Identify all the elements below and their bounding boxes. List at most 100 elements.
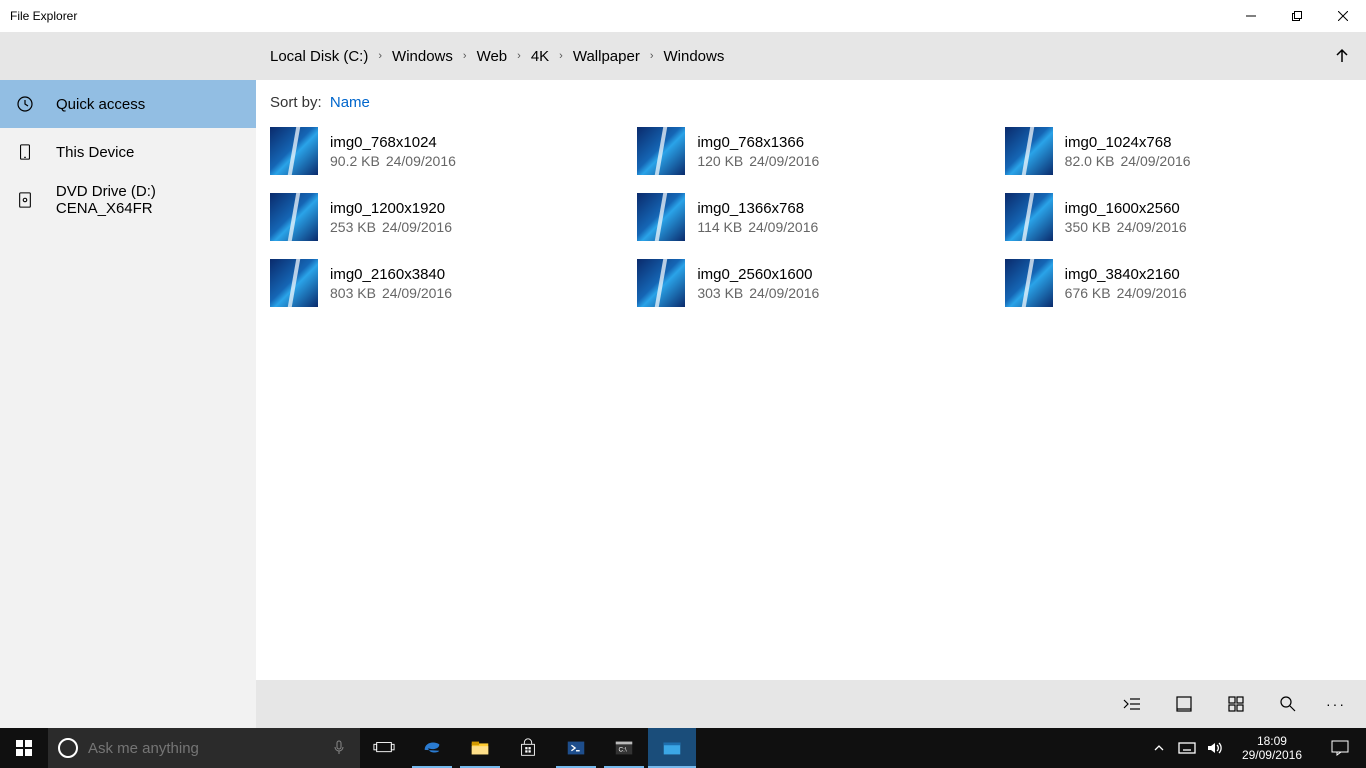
file-date: 24/09/2016 xyxy=(382,285,452,301)
address-bar: Local Disk (C:) › Windows › Web › 4K › Wallpaper… xyxy=(0,32,1366,80)
taskbar-powershell[interactable] xyxy=(552,728,600,768)
file-date: 24/09/2016 xyxy=(749,153,819,169)
date-text: 29/09/2016 xyxy=(1242,748,1302,762)
breadcrumb-segment[interactable]: Wallpaper xyxy=(573,48,640,65)
close-button[interactable] xyxy=(1320,0,1366,32)
select-all-button[interactable] xyxy=(1108,684,1156,724)
volume-icon[interactable] xyxy=(1206,739,1224,757)
cortana-icon xyxy=(58,738,78,758)
keyboard-icon[interactable] xyxy=(1178,739,1196,757)
file-name: img0_1600x2560 xyxy=(1065,200,1187,217)
view-tiles-button[interactable] xyxy=(1212,684,1260,724)
file-size: 82.0 KB xyxy=(1065,153,1115,169)
file-date: 24/09/2016 xyxy=(749,285,819,301)
sort-label: Sort by: xyxy=(270,94,322,111)
maximize-button[interactable] xyxy=(1274,0,1320,32)
cortana-search[interactable] xyxy=(48,728,360,768)
file-name: img0_1024x768 xyxy=(1065,134,1191,151)
file-date: 24/09/2016 xyxy=(386,153,456,169)
microphone-icon[interactable] xyxy=(332,740,348,756)
svg-text:C:\: C:\ xyxy=(619,747,627,754)
taskbar-spacer xyxy=(696,728,1150,768)
clock[interactable]: 18:09 29/09/2016 xyxy=(1234,734,1310,763)
sidebar: Quick access This Device DVD Drive (D:) … xyxy=(0,80,256,728)
file-thumbnail xyxy=(270,193,318,241)
search-button[interactable] xyxy=(1264,684,1312,724)
file-thumbnail xyxy=(270,259,318,307)
view-details-button[interactable] xyxy=(1160,684,1208,724)
breadcrumb-segment[interactable]: Local Disk (C:) xyxy=(270,48,368,65)
file-meta: img0_1600x2560 350 KB 24/09/2016 xyxy=(1065,200,1187,235)
file-grid: img0_768x102490.2 KB24/09/2016 img0_768x1… xyxy=(270,127,1352,307)
sidebar-item-quick-access[interactable]: Quick access xyxy=(0,80,256,128)
file-thumbnail xyxy=(637,127,685,175)
file-size: 120 KB xyxy=(697,153,743,169)
file-item[interactable]: img0_768x102490.2 KB24/09/2016 xyxy=(270,127,617,175)
breadcrumb-segment[interactable]: Web xyxy=(477,48,508,65)
taskbar-file-explorer[interactable] xyxy=(456,728,504,768)
file-thumbnail xyxy=(1005,259,1053,307)
file-date: 24/09/2016 xyxy=(1117,219,1187,235)
sort-value[interactable]: Name xyxy=(330,94,370,111)
sidebar-item-this-device[interactable]: This Device xyxy=(0,128,256,176)
file-date: 24/09/2016 xyxy=(1120,153,1190,169)
breadcrumb[interactable]: Local Disk (C:) › Windows › Web › 4K › Wallpaper… xyxy=(270,48,724,65)
file-date: 24/09/2016 xyxy=(748,219,818,235)
file-item[interactable]: img0_768x1366 120 KB 24/09/2016 xyxy=(637,127,984,175)
file-meta: img0_3840x2160676 KB24/09/2016 xyxy=(1065,266,1187,301)
file-item[interactable]: img0_3840x2160676 KB24/09/2016 xyxy=(1005,259,1352,307)
file-thumbnail xyxy=(270,127,318,175)
sidebar-item-dvd-drive[interactable]: DVD Drive (D:) CENA_X64FR xyxy=(0,176,256,224)
file-pane[interactable]: Sort by: Name img0_768x102490.2 KB24/09/… xyxy=(256,80,1366,728)
file-size: 676 KB xyxy=(1065,285,1111,301)
search-input[interactable] xyxy=(88,740,308,757)
file-size: 303 KB xyxy=(697,285,743,301)
taskbar-store[interactable] xyxy=(504,728,552,768)
time-text: 18:09 xyxy=(1242,734,1302,748)
sidebar-item-label: This Device xyxy=(56,144,134,161)
window-controls xyxy=(1228,0,1366,32)
taskbar-cmd[interactable]: C:\ xyxy=(600,728,648,768)
file-item[interactable]: img0_1024x768 82.0 KB 24/09/2016 xyxy=(1005,127,1352,175)
file-item[interactable]: img0_1366x768114 KB24/09/2016 xyxy=(637,193,984,241)
file-name: img0_1200x1920 xyxy=(330,200,452,217)
taskbar-file-explorer-active[interactable] xyxy=(648,728,696,768)
action-center-button[interactable] xyxy=(1320,740,1360,756)
file-date: 24/09/2016 xyxy=(382,219,452,235)
file-date: 24/09/2016 xyxy=(1117,285,1187,301)
file-name: img0_1366x768 xyxy=(697,200,818,217)
file-item[interactable]: img0_1600x2560 350 KB 24/09/2016 xyxy=(1005,193,1352,241)
system-tray: 18:09 29/09/2016 xyxy=(1150,728,1366,768)
chevron-right-icon: › xyxy=(378,50,382,62)
titlebar: File Explorer xyxy=(0,0,1366,32)
up-one-level-button[interactable] xyxy=(1332,46,1352,66)
file-meta: img0_2160x3840803 KB24/09/2016 xyxy=(330,266,452,301)
chevron-right-icon: › xyxy=(463,50,467,62)
file-item[interactable]: img0_2160x3840803 KB24/09/2016 xyxy=(270,259,617,307)
breadcrumb-segment[interactable]: 4K xyxy=(531,48,549,65)
breadcrumb-segment[interactable]: Windows xyxy=(392,48,453,65)
file-meta: img0_1366x768114 KB24/09/2016 xyxy=(697,200,818,235)
sort-by-row[interactable]: Sort by: Name xyxy=(270,94,1352,111)
breadcrumb-segment[interactable]: Windows xyxy=(664,48,725,65)
minimize-button[interactable] xyxy=(1228,0,1274,32)
window-title: File Explorer xyxy=(10,9,77,23)
clock-icon xyxy=(16,95,34,113)
file-thumbnail xyxy=(637,193,685,241)
tray-chevron-up-icon[interactable] xyxy=(1150,739,1168,757)
file-item[interactable]: img0_1200x1920253 KB24/09/2016 xyxy=(270,193,617,241)
file-meta: img0_1200x1920253 KB24/09/2016 xyxy=(330,200,452,235)
file-meta: img0_768x102490.2 KB24/09/2016 xyxy=(330,134,456,169)
more-options-button[interactable]: ··· xyxy=(1316,696,1356,712)
taskbar-edge[interactable] xyxy=(408,728,456,768)
file-size: 350 KB xyxy=(1065,219,1111,235)
chevron-right-icon: › xyxy=(517,50,521,62)
chevron-right-icon: › xyxy=(650,50,654,62)
file-name: img0_2160x3840 xyxy=(330,266,452,283)
file-name: img0_768x1366 xyxy=(697,134,819,151)
file-item[interactable]: img0_2560x1600303 KB24/09/2016 xyxy=(637,259,984,307)
file-thumbnail xyxy=(1005,193,1053,241)
file-thumbnail xyxy=(637,259,685,307)
task-view-button[interactable] xyxy=(360,728,408,768)
start-button[interactable] xyxy=(0,728,48,768)
